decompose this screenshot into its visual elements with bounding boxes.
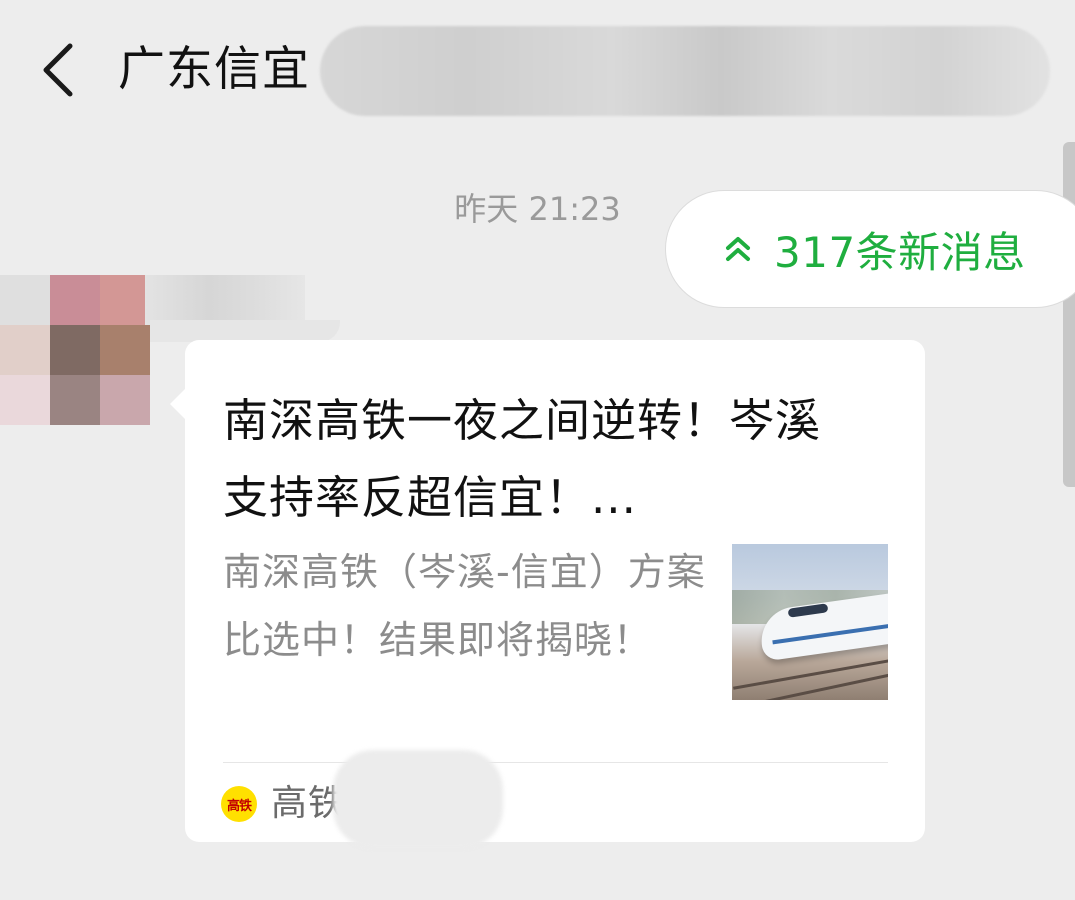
redacted-sender-name-shadow [150, 320, 340, 342]
back-button[interactable] [28, 38, 88, 102]
shared-article-card[interactable]: 南深高铁一夜之间逆转！岑溪支持率反超信宜！... 南深高铁（岑溪-信宜）方案比选… [185, 340, 925, 848]
sender-avatar[interactable] [0, 275, 150, 425]
redacted-title-region [320, 26, 1050, 116]
new-messages-label: 317条新消息 [774, 227, 1026, 277]
article-description: 南深高铁（岑溪-信宜）方案比选中！结果即将揭晓！ [223, 550, 706, 662]
card-bubble-tail [170, 388, 186, 420]
double-chevron-up-icon [726, 237, 750, 261]
redacted-sender-name [145, 275, 305, 325]
new-messages-button[interactable]: 317条新消息 [665, 190, 1075, 308]
source-logo-icon: 高铁 [221, 786, 257, 822]
chat-header: 广东信宜 [0, 0, 1075, 142]
card-divider [223, 762, 888, 763]
chevron-left-icon [43, 43, 73, 97]
article-title: 南深高铁一夜之间逆转！岑溪支持率反超信宜！... [223, 394, 822, 524]
chat-title: 广东信宜 [118, 42, 310, 97]
redacted-source-name [333, 750, 503, 848]
article-thumbnail [732, 544, 888, 700]
